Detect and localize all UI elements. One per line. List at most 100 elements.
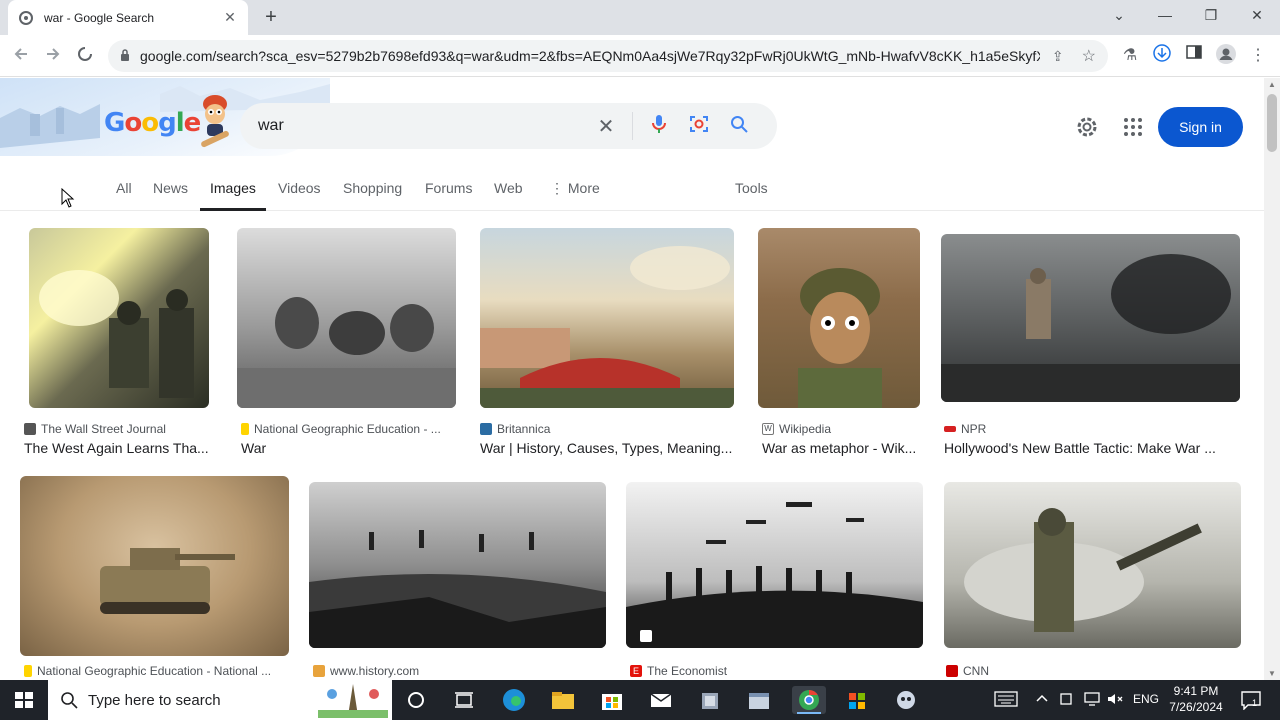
result-source[interactable]: National Geographic Education - National… [24, 664, 289, 678]
search-box[interactable]: war ✕ [240, 103, 777, 149]
tab-web[interactable]: Web [494, 180, 523, 211]
tab-title: war - Google Search [44, 10, 155, 25]
address-bar[interactable]: google.com/search?sca_esv=5279b2b7698efd… [108, 40, 1108, 72]
image-result-card[interactable]: W Wikipedia War as metaphor - Wik... [758, 228, 921, 458]
google-logo[interactable]: Google [104, 108, 201, 138]
voice-search-icon[interactable] [639, 114, 679, 139]
forward-arrow-icon[interactable] [40, 43, 66, 69]
result-thumbnail[interactable] [480, 228, 734, 408]
result-thumbnail[interactable] [237, 228, 456, 408]
image-result-card[interactable]: The Wall Street Journal The West Again L… [24, 228, 214, 458]
sign-in-button[interactable]: Sign in [1158, 107, 1243, 147]
minimize-button[interactable]: — [1142, 0, 1188, 30]
menu-kebab-icon[interactable]: ⋮ [1246, 44, 1270, 68]
tools-button[interactable]: Tools [735, 180, 768, 211]
microsoft-store-icon[interactable] [598, 686, 626, 714]
extension-flask-icon[interactable]: ⚗ [1118, 44, 1142, 68]
start-button[interactable] [0, 680, 48, 720]
task-view-icon[interactable] [450, 686, 478, 714]
result-source-name: CNN [963, 664, 989, 678]
search-input[interactable]: war [258, 117, 586, 135]
windows-app-icon[interactable] [843, 686, 871, 714]
result-caption[interactable]: War | History, Causes, Types, Meaning... [480, 440, 734, 456]
lock-icon[interactable] [120, 48, 130, 64]
image-result-card[interactable]: NPR Hollywood's New Battle Tactic: Make … [941, 228, 1241, 458]
back-arrow-icon[interactable] [8, 43, 34, 69]
taskbar-search-box[interactable]: Type here to search [48, 680, 392, 720]
restore-button[interactable]: ❐ [1188, 0, 1234, 30]
result-caption[interactable]: Hollywood's New Battle Tactic: Make War … [944, 440, 1240, 456]
lens-search-icon[interactable] [679, 114, 719, 139]
tab-shopping[interactable]: Shopping [343, 180, 402, 211]
image-result-card[interactable]: CNN [944, 476, 1242, 680]
settings-gear-icon[interactable] [1075, 107, 1099, 152]
image-result-card[interactable]: www.history.com [309, 476, 607, 680]
chrome-browser-icon[interactable] [792, 686, 826, 714]
language-indicator[interactable]: ENG [1133, 692, 1159, 706]
tab-search-icon[interactable]: ⌄ [1096, 0, 1142, 30]
result-thumbnail[interactable] [758, 228, 920, 408]
edge-browser-icon[interactable] [500, 686, 528, 714]
tab-more[interactable]: ⋮ More [550, 180, 600, 211]
app-window-icon[interactable] [745, 686, 773, 714]
image-result-card[interactable]: Britannica War | History, Causes, Types,… [480, 228, 735, 458]
scroll-up-icon[interactable]: ▲ [1268, 80, 1276, 89]
app-cube-icon[interactable] [696, 686, 724, 714]
share-icon[interactable]: ⇪ [1052, 48, 1064, 65]
mail-icon[interactable] [647, 686, 675, 714]
result-thumbnail[interactable] [941, 234, 1240, 402]
result-source[interactable]: E The Economist [630, 664, 923, 678]
image-result-card[interactable]: E The Economist [626, 476, 924, 680]
google-results-page: Google war ✕ Sign in All News Images Vid… [0, 78, 1264, 680]
result-thumbnail[interactable] [29, 228, 209, 408]
keyboard-icon[interactable] [994, 690, 1018, 711]
file-explorer-icon[interactable] [549, 686, 577, 714]
result-source[interactable]: Britannica [480, 422, 734, 436]
image-result-card[interactable]: National Geographic Education - National… [20, 476, 290, 680]
url-text[interactable]: google.com/search?sca_esv=5279b2b7698efd… [140, 48, 1040, 64]
tab-images[interactable]: Images [200, 180, 266, 211]
result-source[interactable]: W Wikipedia [762, 422, 920, 436]
result-thumbnail[interactable] [20, 476, 289, 656]
side-panel-icon[interactable] [1182, 44, 1206, 68]
page-scrollbar[interactable]: ▲ ▼ [1264, 78, 1280, 680]
search-icon[interactable] [719, 115, 759, 138]
volume-muted-icon[interactable] [1106, 690, 1124, 711]
new-tab-button[interactable]: + [258, 4, 284, 30]
tab-news[interactable]: News [153, 180, 188, 211]
result-caption[interactable]: War [241, 440, 455, 456]
bookmark-star-icon[interactable]: ☆ [1082, 46, 1096, 66]
result-source[interactable]: The Wall Street Journal [24, 422, 214, 436]
network-icon[interactable] [1083, 690, 1101, 711]
result-thumbnail[interactable] [626, 482, 923, 648]
scrollbar-thumb[interactable] [1267, 94, 1277, 152]
result-caption[interactable]: The West Again Learns Tha... [24, 440, 214, 456]
notifications-icon[interactable]: 1 [1236, 690, 1266, 713]
apps-grid-icon[interactable] [1123, 107, 1143, 152]
clock-date: 7/26/2024 [1169, 700, 1223, 714]
tab-active[interactable]: war - Google Search ✕ [8, 0, 248, 35]
tab-close-icon[interactable]: ✕ [222, 9, 238, 26]
download-icon[interactable] [1150, 44, 1174, 68]
result-source[interactable]: NPR [944, 422, 1240, 436]
close-window-button[interactable]: ✕ [1234, 0, 1280, 30]
result-thumbnail[interactable] [309, 482, 606, 648]
clock[interactable]: 9:41 PM 7/26/2024 [1166, 683, 1226, 715]
image-result-card[interactable]: National Geographic Education - ... War [237, 228, 457, 458]
meet-now-icon[interactable] [1059, 690, 1075, 711]
tab-all[interactable]: All [116, 180, 132, 211]
tab-forums[interactable]: Forums [425, 180, 472, 211]
tray-chevron-icon[interactable] [1035, 691, 1049, 708]
result-caption[interactable]: War as metaphor - Wik... [762, 440, 920, 456]
task-view-cortana-icon[interactable] [402, 686, 430, 714]
result-source[interactable]: National Geographic Education - ... [241, 422, 455, 436]
result-thumbnail[interactable] [944, 482, 1241, 648]
profile-avatar-icon[interactable] [1214, 44, 1238, 68]
result-source[interactable]: CNN [946, 664, 1241, 678]
scroll-down-icon[interactable]: ▼ [1268, 669, 1276, 678]
result-source[interactable]: www.history.com [313, 664, 606, 678]
tab-videos[interactable]: Videos [278, 180, 321, 211]
clear-search-icon[interactable]: ✕ [586, 114, 626, 139]
app-robot-icon[interactable] [892, 686, 920, 714]
loading-spinner-icon[interactable] [72, 43, 98, 69]
